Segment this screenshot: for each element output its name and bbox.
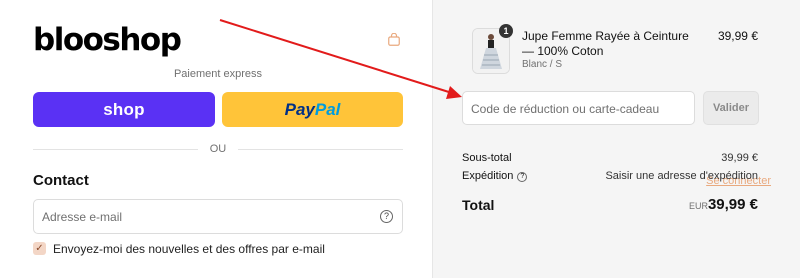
- paypal-logo-pay: Pay: [284, 99, 315, 119]
- paypal-button[interactable]: Pay Pal: [222, 92, 403, 127]
- email-placeholder: Adresse e-mail: [42, 210, 123, 224]
- express-checkout-label: Paiement express: [173, 68, 263, 80]
- subtotal-label: Sous-total: [462, 152, 512, 164]
- subtotal-value: 39,99 €: [721, 152, 758, 164]
- store-logo[interactable]: blooshop: [33, 22, 182, 58]
- divider-label: OU: [209, 143, 227, 155]
- total-value: 39,99 €: [707, 196, 758, 213]
- shop-pay-button[interactable]: shop: [33, 92, 215, 127]
- apply-discount-button[interactable]: Valider: [703, 91, 759, 125]
- discount-placeholder: Code de réduction ou carte-cadeau: [471, 102, 660, 116]
- newsletter-label[interactable]: Envoyez-moi des nouvelles et des offres …: [53, 242, 325, 256]
- divider-line-left: [33, 149, 198, 150]
- newsletter-checkbox[interactable]: ✓: [33, 242, 46, 255]
- email-field[interactable]: Adresse e-mail ?: [33, 199, 403, 234]
- shipping-help-icon[interactable]: ?: [517, 172, 528, 182]
- total-label: Total: [462, 197, 495, 213]
- paypal-logo-pal: Pal: [314, 99, 341, 119]
- shipping-label: Expédition: [462, 170, 514, 182]
- shipping-value: Saisir une adresse d'expédition: [605, 170, 758, 182]
- help-icon[interactable]: ?: [380, 210, 393, 223]
- product-name: Jupe Femme Rayée à Ceinture — 100% Coton: [522, 29, 689, 58]
- divider-line-right: [238, 149, 403, 150]
- discount-code-input[interactable]: Code de réduction ou carte-cadeau: [462, 91, 695, 125]
- shopping-bag-icon[interactable]: [388, 33, 400, 46]
- quantity-badge: 1: [499, 24, 513, 38]
- product-variant: Blanc / S: [522, 59, 563, 70]
- product-price: 39,99 €: [717, 29, 758, 43]
- contact-heading: Contact: [33, 172, 89, 189]
- total-currency: EUR: [688, 201, 708, 211]
